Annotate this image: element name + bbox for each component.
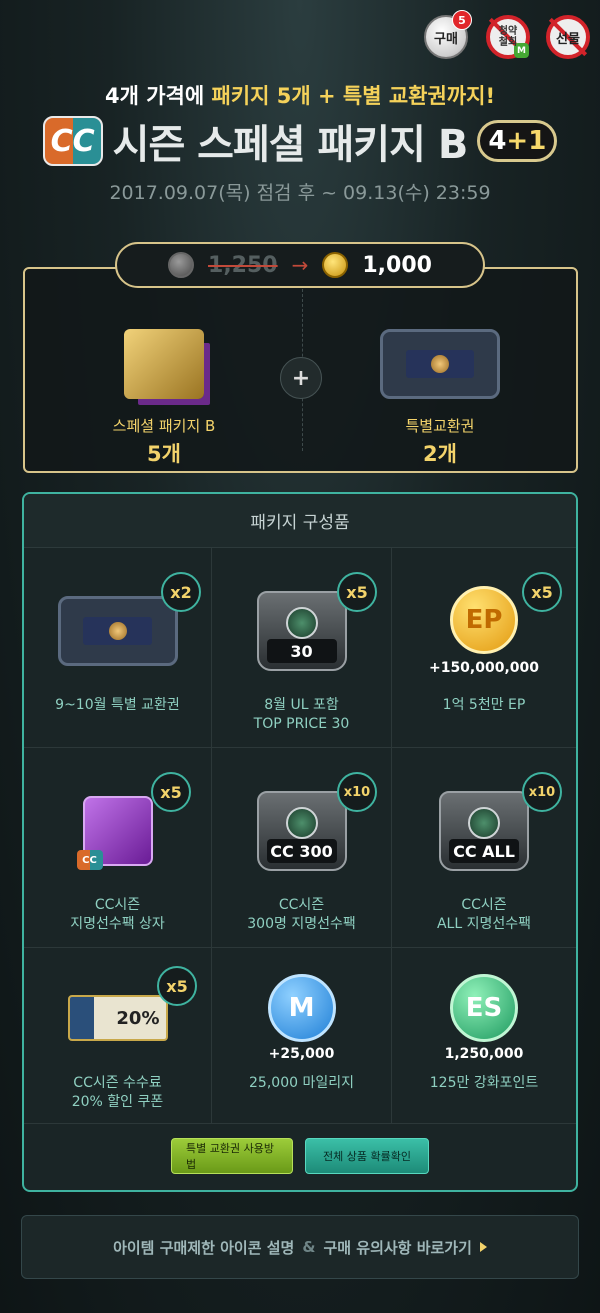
player-pack-box-icon: CC [76,796,153,870]
subscription-cancel-button[interactable]: 청약 철회 M [486,15,530,59]
badge-main: 4 [488,126,507,156]
footer-text-a: 아이템 구매제한 아이콘 설명 [113,1238,295,1257]
item-label: 25,000 마일리지 [249,1075,354,1091]
enhance-point-value: 1,250,000 [444,1046,524,1062]
item-label: CC시즌 [278,897,325,913]
voucher-puzzle-icon [57,596,178,666]
sale-period: 2017.09.07(목) 점검 후 ~ 09.13(수) 23:59 [109,182,491,204]
item-count: x5 [157,966,197,1006]
item-label: 20% 할인 쿠폰 [71,1094,164,1110]
item-count: x5 [337,572,377,612]
item-count: x5 [522,572,562,612]
purchase-notice-link[interactable]: 아이템 구매제한 아이콘 설명 & 구매 유의사항 바로가기 [21,1215,579,1279]
top-price-card-icon: 30 [256,591,347,671]
package-item: EP +150,000,000 x5 1억 5천만 EP [392,548,576,748]
offer-item-qty: 2개 [423,442,457,466]
grey-coin-icon [168,252,195,278]
promo-subtitle: 4개 가격에 패키지 5개 + 특별 교환권까지! [0,80,600,110]
item-label: 8월 UL 포함 [264,697,339,713]
top-price-number: 30 [266,639,337,663]
offer-item-name: 스페셜 패키지 B [112,417,216,435]
ep-value: +150,000,000 [428,660,540,676]
plus-icon: + [280,357,322,399]
package-contents-header: 패키지 구성품 [24,494,576,548]
subtitle-highlight: 패키지 5개 + 특별 교환권까지! [211,84,496,108]
item-label: CC시즌 [94,897,141,913]
item-label: TOP PRICE 30 [253,716,350,732]
item-label: 1억 5천만 EP [442,697,526,713]
offer-item-voucher: 특별교환권 2개 [325,319,555,468]
price-pill: 1,250 → 1,000 [115,242,485,288]
package-contents-panel: 패키지 구성품 x2 9~10월 특별 교환권 30 x5 8월 UL 포함 T… [22,492,578,1192]
item-count: x10 [522,772,562,812]
gift-button[interactable]: 선물 [546,15,590,59]
enhance-point-coin-icon: ES [450,974,518,1042]
badge-plus: +1 [506,126,547,156]
four-plus-one-badge: 4 +1 [477,120,558,162]
ep-coin-icon: EP [450,586,518,654]
item-label: CC시즌 [461,897,507,913]
subtitle-prefix: 4개 가격에 [104,84,212,108]
offer-item-qty: 5개 [147,442,181,466]
item-label: 300명 지명선수팩 [247,916,356,932]
buy-label: 구매 [434,31,458,47]
gold-coin-icon [322,252,349,278]
item-label: 125만 강화포인트 [429,1075,539,1091]
cancel-label-line2: 철회 [498,37,518,48]
package-item: CC x5 CC시즌 지명선수팩 상자 [24,748,212,948]
item-count: x10 [337,772,377,812]
item-count: x5 [151,772,191,812]
item-count: x2 [161,572,201,612]
special-package-box-icon [124,329,204,399]
package-item: 20% x5 CC시즌 수수료 20% 할인 쿠폰 [24,948,212,1124]
player-pack-all-icon: CC ALL [439,791,529,871]
package-item: x2 9~10월 특별 교환권 [24,548,212,748]
package-item: CC ALL x10 CC시즌 ALL 지명선수팩 [392,748,576,948]
probability-check-button[interactable]: 전체 상품 확률확인 [305,1138,429,1174]
buy-count-badge: 5 [452,10,472,30]
offer-item-special-package: 스페셜 패키지 B 5개 [49,319,279,468]
mileage-value: +25,000 [268,1046,335,1062]
voucher-usage-button[interactable]: 특별 교환권 사용방법 [171,1138,293,1174]
item-label: 지명선수팩 상자 [70,916,165,932]
buy-button[interactable]: 구매 5 [424,10,472,59]
package-item: ES 1,250,000 125만 강화포인트 [392,948,576,1124]
package-item: M +25,000 25,000 마일리지 [212,948,392,1124]
cancel-label-line1: 청약 [498,26,518,37]
cc-logo: CC [42,116,103,166]
package-item: CC 300 x10 CC시즌 300명 지명선수팩 [212,748,392,948]
package-grid: x2 9~10월 특별 교환권 30 x5 8월 UL 포함 TOP PRICE… [24,548,576,1124]
package-item: 30 x5 8월 UL 포함 TOP PRICE 30 [212,548,392,748]
item-label: CC시즌 수수료 [73,1075,162,1091]
item-label: ALL 지명선수팩 [436,916,532,932]
discount-coupon-icon: 20% [67,995,168,1041]
footer-amp: & [302,1238,316,1256]
player-pack-300-icon: CC 300 [256,791,347,871]
arrow-right-icon [479,1242,487,1252]
gift-label: 선물 [556,31,580,47]
old-price: 1,250 [208,252,278,278]
package-button-row: 특별 교환권 사용방법 전체 상품 확률확인 [24,1138,576,1174]
voucher-puzzle-icon [380,329,500,399]
arrow-right-icon: → [291,253,309,277]
new-price: 1,000 [362,252,432,278]
offer-item-name: 특별교환권 [405,417,475,435]
title-row: CC 시즌 스페셜 패키지 B 4 +1 [0,112,600,170]
footer-text-b: 구매 유의사항 바로가기 [323,1238,472,1257]
page-title: 시즌 스페셜 패키지 B [112,122,469,168]
mileage-coin-icon: M [267,974,336,1042]
item-label: 9~10월 특별 교환권 [55,697,180,713]
